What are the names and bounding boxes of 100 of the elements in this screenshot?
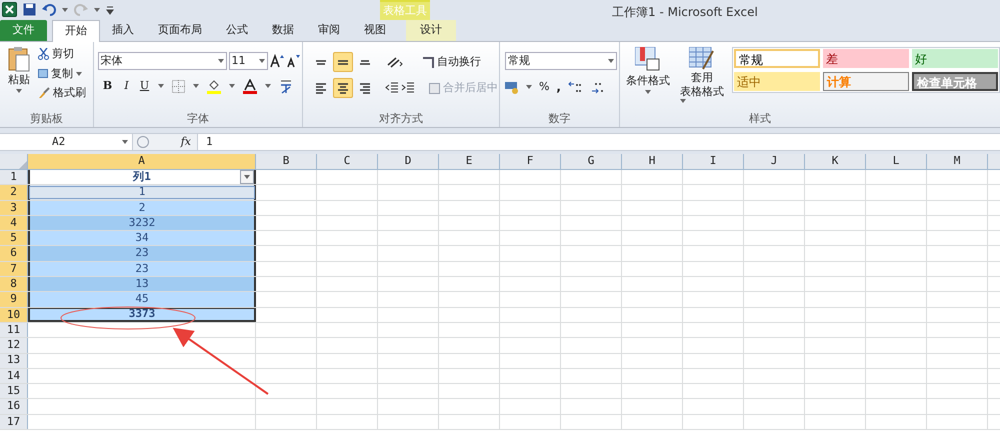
context-tab-group: 表格工具 — [380, 0, 430, 20]
ribbon-tab[interactable]: 文件 — [0, 20, 47, 41]
row-header[interactable]: 6 — [0, 246, 28, 261]
row-header[interactable]: 14 — [0, 368, 28, 384]
row-header[interactable]: 5 — [0, 231, 28, 246]
row-header[interactable]: 16 — [0, 399, 28, 414]
cut-button[interactable]: 剪切 — [38, 46, 86, 62]
column-header[interactable]: G — [561, 154, 622, 169]
column-header[interactable]: K — [805, 154, 866, 169]
group-label: 对齐方式 — [378, 111, 424, 127]
caret-icon — [62, 8, 68, 12]
comma-button[interactable]: , — [556, 78, 561, 96]
column-header[interactable]: A — [28, 154, 256, 169]
column-header[interactable]: J — [744, 154, 805, 169]
font-name-dropdown[interactable]: 宋体 — [98, 52, 226, 70]
underline-button[interactable]: U — [140, 78, 150, 94]
horizontal-align-button[interactable] — [333, 78, 354, 98]
row-header[interactable]: 10 — [0, 308, 28, 322]
column-header[interactable]: F — [500, 154, 561, 169]
copy-icon — [38, 69, 48, 78]
clipboard-icon — [8, 46, 30, 72]
caret-icon — [680, 99, 686, 103]
row-header[interactable]: 15 — [0, 384, 28, 398]
table-cell: 34 — [28, 231, 256, 246]
vertical-align-button[interactable] — [333, 52, 354, 72]
row-header[interactable]: 1 — [0, 170, 28, 184]
wrap-text-button[interactable]: 自动换行 — [423, 54, 482, 70]
font-size-dropdown[interactable]: 11 — [228, 52, 268, 70]
table-cell: 3373 — [28, 308, 256, 322]
ribbon-tab[interactable]: 审阅 — [306, 20, 352, 41]
row-header[interactable]: 13 — [0, 354, 28, 368]
formula-input[interactable]: 1 — [198, 134, 1000, 150]
row-header[interactable]: 11 — [0, 322, 28, 338]
customize-toolbar-icon[interactable] — [106, 4, 114, 14]
paste-button[interactable]: 粘贴 — [6, 46, 32, 111]
cell-style-swatch[interactable]: 常规 — [734, 49, 820, 68]
cell-style-swatch[interactable]: 差 — [823, 49, 909, 68]
ribbon-tab[interactable]: 页面布局 — [146, 20, 214, 41]
conditional-formatting-button[interactable]: 条件格式 — [624, 47, 672, 111]
bold-button[interactable]: B — [102, 78, 114, 94]
filter-dropdown-icon[interactable] — [240, 170, 254, 184]
column-header[interactable]: I — [683, 154, 744, 169]
column-header[interactable]: B — [256, 154, 317, 169]
table-cell: 1 — [28, 185, 256, 200]
row-header[interactable]: 8 — [0, 277, 28, 292]
insert-function-button[interactable]: fx — [180, 134, 191, 150]
cell-style-swatch[interactable]: 好 — [912, 49, 998, 68]
align-lines-icon — [360, 82, 370, 94]
table-cell: 45 — [28, 292, 256, 307]
column-header[interactable]: C — [317, 154, 378, 169]
percent-button[interactable]: % — [538, 78, 550, 96]
column-header[interactable]: L — [866, 154, 927, 169]
phonetic-icon[interactable] — [278, 78, 292, 94]
orientation-icon[interactable] — [387, 56, 404, 68]
column-header[interactable]: D — [378, 154, 439, 169]
ribbon-tab[interactable]: 视图 — [352, 20, 398, 41]
window-title: 工作簿1 - Microsoft Excel — [611, 4, 758, 21]
number-format-dropdown[interactable]: 常规 — [504, 52, 617, 70]
increase-indent-icon[interactable] — [401, 82, 416, 94]
cell-style-swatch[interactable]: 适中 — [734, 72, 820, 91]
expand-handle-icon[interactable] — [137, 136, 149, 148]
row-header[interactable]: 9 — [0, 292, 28, 307]
row-header[interactable]: 12 — [0, 338, 28, 353]
row-header[interactable]: 4 — [0, 216, 28, 230]
decrease-decimal-icon[interactable] — [590, 80, 605, 94]
align-lines-icon — [316, 82, 326, 94]
ribbon-tab[interactable]: 公式 — [214, 20, 260, 41]
caret-icon — [258, 59, 264, 63]
decrease-indent-icon[interactable] — [385, 82, 400, 94]
shrink-font-icon[interactable] — [286, 54, 300, 68]
grow-font-icon[interactable] — [270, 54, 284, 68]
column-header[interactable]: E — [439, 154, 500, 169]
undo-icon[interactable] — [42, 4, 56, 16]
copy-button[interactable]: 复制 — [38, 66, 86, 82]
caret-icon — [76, 72, 82, 76]
font-color-icon[interactable] — [242, 78, 256, 94]
borders-icon[interactable] — [172, 80, 184, 93]
row-header[interactable]: 3 — [0, 200, 28, 215]
caret-icon — [228, 84, 234, 88]
currency-icon[interactable] — [504, 80, 519, 94]
row-header[interactable]: 7 — [0, 262, 28, 276]
align-lines-icon — [316, 60, 326, 64]
ribbon-tab[interactable]: 插入 — [100, 20, 146, 41]
row-header[interactable]: 17 — [0, 414, 28, 430]
ribbon-tab[interactable]: 设计 — [406, 20, 456, 41]
format-painter-button[interactable]: 格式刷 — [38, 85, 86, 102]
save-icon[interactable] — [23, 3, 36, 16]
column-header[interactable]: M — [927, 154, 988, 169]
italic-button[interactable]: I — [122, 78, 132, 94]
caret-icon — [526, 85, 532, 89]
ribbon-tab[interactable]: 数据 — [260, 20, 306, 41]
excel-logo-icon — [2, 2, 17, 17]
increase-decimal-icon[interactable] — [568, 80, 583, 94]
row-header[interactable]: 2 — [0, 185, 28, 200]
caret-icon — [122, 140, 128, 144]
format-as-table-button[interactable]: 套用 表格格式 — [676, 47, 728, 111]
column-header[interactable]: H — [622, 154, 683, 169]
fill-color-icon[interactable] — [206, 78, 220, 94]
ribbon-tab[interactable]: 开始 — [52, 20, 100, 42]
brush-icon — [38, 87, 50, 100]
